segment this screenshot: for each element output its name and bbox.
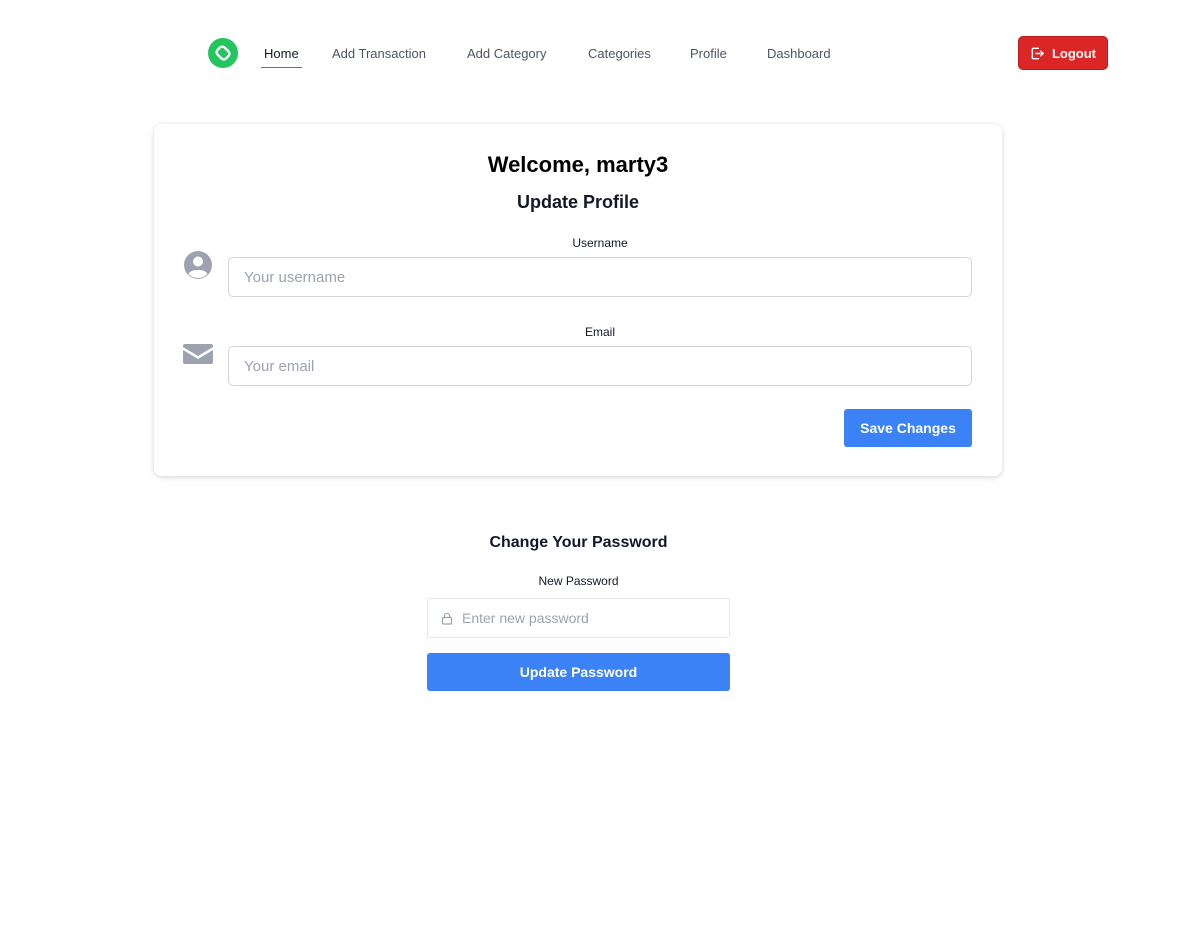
new-password-input[interactable] (462, 599, 724, 637)
link-chain-icon (215, 45, 231, 61)
update-password-button[interactable]: Update Password (427, 653, 730, 691)
email-input[interactable] (228, 346, 972, 386)
nav-dashboard-link[interactable]: Dashboard (767, 46, 831, 68)
update-profile-card: Welcome, marty3 Update Profile Username … (154, 124, 1002, 476)
user-circle-icon (184, 251, 212, 279)
nav-add-category-link[interactable]: Add Category (467, 46, 547, 68)
nav-categories-link[interactable]: Categories (588, 46, 651, 68)
logout-button[interactable]: Logout (1018, 36, 1108, 70)
save-changes-button[interactable]: Save Changes (844, 409, 972, 447)
nav-profile-link[interactable]: Profile (690, 46, 727, 68)
nav-add-transaction-link[interactable]: Add Transaction (332, 46, 426, 68)
top-navbar: Home Add Transaction Add Category Catego… (0, 0, 1184, 100)
update-profile-heading: Update Profile (516, 192, 640, 212)
username-label: Username (572, 236, 628, 250)
email-label: Email (584, 325, 615, 339)
username-input[interactable] (228, 257, 972, 297)
lock-icon (441, 612, 453, 625)
welcome-heading: Welcome, marty3 (487, 152, 669, 177)
new-password-label: New Password (538, 574, 619, 588)
change-password-heading: Change Your Password (489, 534, 668, 551)
envelope-icon (183, 344, 213, 364)
logout-label: Logout (1051, 45, 1097, 61)
nav-home-link[interactable]: Home (261, 46, 302, 68)
new-password-field[interactable] (427, 598, 730, 638)
app-logo[interactable] (208, 38, 238, 68)
logout-icon (1031, 47, 1044, 59)
